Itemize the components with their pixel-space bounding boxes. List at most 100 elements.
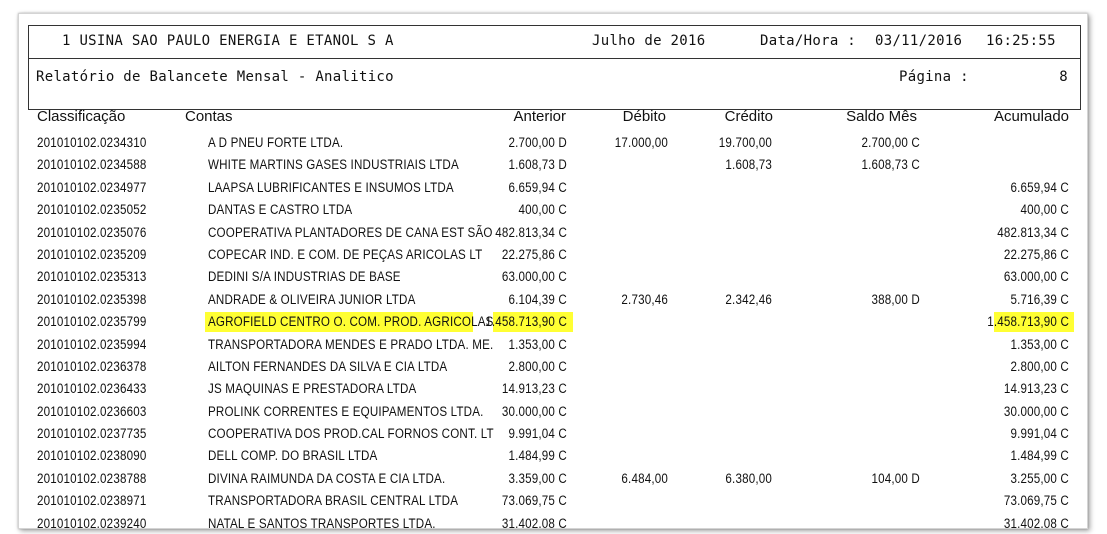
cell-conta: DEDINI S/A INDUSTRIAS DE BASE [208, 269, 401, 285]
cell-debito: 17.000,00 [614, 135, 668, 150]
table-row: 201010102.0236603 PROLINK CORRENTES E EQU… [19, 401, 1087, 423]
col-header-saldo-mes: Saldo Mês [846, 108, 917, 125]
cell-acumulado: 400,00 C [1020, 202, 1069, 218]
cell-credito: 6.380,00 [725, 470, 772, 486]
cell-conta: COOPERATIVA DOS PROD.CAL FORNOS CONT. LT [208, 426, 494, 442]
cell-conta: AILTON FERNANDES DA SILVA E CIA LTDA [208, 358, 448, 374]
cell-acumulado: 1.458.713,90 C [987, 314, 1069, 330]
cell-acumulado: 5.716,39 C [1010, 291, 1069, 307]
col-header-anterior: Anterior [513, 108, 566, 125]
table-row: 201010102.0235209 COPECAR IND. E COM. DE … [19, 244, 1087, 266]
cell-classificacao: 201010102.0237735 [37, 426, 147, 442]
cell-conta: COOPERATIVA PLANTADORES DE CANA EST SÃO [208, 224, 493, 240]
cell-acumulado: 482.813,34 C [997, 224, 1069, 240]
cell-acumulado: 30.000,00 C [1003, 403, 1069, 419]
cell-anterior: 73.069,75 C [501, 493, 567, 509]
table-row: 201010102.0235313 DEDINI S/A INDUSTRIAS D… [19, 266, 1087, 288]
table-row: 201010102.0238971 TRANSPORTADORA BRASIL C… [19, 490, 1087, 512]
cell-conta: COPECAR IND. E COM. DE PEÇAS ARICOLAS LT [208, 246, 483, 262]
cell-credito: 19.700,00 [718, 135, 772, 150]
cell-anterior: 63.000,00 C [501, 269, 567, 285]
cell-classificacao: 201010102.0238971 [37, 493, 147, 509]
cell-classificacao: 201010102.0235994 [37, 336, 147, 352]
cell-credito: 1.608,73 [725, 157, 772, 173]
cell-acumulado: 31.402,08 C [1003, 515, 1069, 529]
cell-conta: TRANSPORTADORA MENDES E PRADO LTDA. ME. [208, 336, 494, 352]
header-divider [29, 58, 1080, 59]
cell-conta: DANTAS E CASTRO LTDA [208, 202, 353, 218]
cell-classificacao: 201010102.0236603 [37, 403, 147, 419]
table-row: 201010102.0238090 DELL COMP. DO BRASIL LT… [19, 445, 1087, 467]
col-header-debito: Débito [622, 108, 666, 125]
datetime-label: Data/Hora : [760, 33, 857, 49]
table-row: 201010102.0237735 COOPERATIVA DOS PROD.CA… [19, 423, 1087, 445]
cell-conta: DELL COMP. DO BRASIL LTDA [208, 448, 378, 464]
cell-anterior: 22.275,86 C [501, 246, 567, 262]
table-row: 201010102.0239240 NATAL E SANTOS TRANSPOR… [19, 513, 1087, 529]
table-row: 201010102.0238788 DIVINA RAIMUNDA DA COST… [19, 468, 1087, 490]
table-row: 201010102.0235398 ANDRADE & OLIVEIRA JUNI… [19, 289, 1087, 311]
cell-classificacao: 201010102.0238788 [37, 470, 147, 486]
cell-conta: JS MAQUINAS E PRESTADORA LTDA [208, 381, 417, 397]
cell-conta: WHITE MARTINS GASES INDUSTRIAIS LTDA [208, 157, 459, 173]
report-title: Relatório de Balancete Mensal - Analitic… [36, 69, 394, 85]
cell-acumulado: 22.275,86 C [1003, 246, 1069, 262]
table-row: 201010102.0236378 AILTON FERNANDES DA SIL… [19, 356, 1087, 378]
page-number: 8 [1059, 69, 1068, 85]
cell-classificacao: 201010102.0235313 [37, 269, 147, 285]
cell-anterior: 2.700,00 D [508, 135, 567, 150]
table-row: 201010102.0235799 AGROFIELD CENTRO O. COM… [19, 311, 1087, 333]
cell-anterior: 6.104,39 C [508, 291, 567, 307]
cell-anterior: 1.608,73 D [508, 157, 567, 173]
col-header-classificacao: Classificação [37, 108, 126, 125]
report-sheet: 1 USINA SAO PAULO ENERGIA E ETANOL S A J… [18, 13, 1088, 529]
cell-credito: 2.342,46 [725, 291, 772, 307]
cell-debito: 2.730,46 [621, 291, 668, 307]
cell-anterior: 1.458.713,90 C [485, 314, 567, 330]
cell-anterior: 6.659,94 C [508, 179, 567, 195]
cell-classificacao: 201010102.0235076 [37, 224, 147, 240]
table-row: 201010102.0235994 TRANSPORTADORA MENDES E… [19, 334, 1087, 356]
cell-saldo-mes: 104,00 D [871, 470, 920, 486]
cell-anterior: 3.359,00 C [508, 470, 567, 486]
cell-acumulado: 73.069,75 C [1003, 493, 1069, 509]
cell-conta: A D PNEU FORTE LTDA. [208, 135, 344, 150]
company-name: 1 USINA SAO PAULO ENERGIA E ETANOL S A [62, 33, 394, 49]
cell-anterior: 14.913,23 C [501, 381, 567, 397]
cell-acumulado: 14.913,23 C [1003, 381, 1069, 397]
cell-acumulado: 6.659,94 C [1010, 179, 1069, 195]
cell-classificacao: 201010102.0236433 [37, 381, 147, 397]
table-row: 201010102.0236433 JS MAQUINAS E PRESTADOR… [19, 378, 1087, 400]
page-label: Página : [899, 69, 969, 85]
cell-classificacao: 201010102.0234588 [37, 157, 147, 173]
cell-anterior: 1.484,99 C [508, 448, 567, 464]
report-date: 03/11/2016 [875, 33, 963, 49]
cell-classificacao: 201010102.0235052 [37, 202, 147, 218]
report-period: Julho de 2016 [592, 33, 706, 49]
cell-conta: LAAPSA LUBRIFICANTES E INSUMOS LTDA [208, 179, 454, 195]
cell-anterior: 1.353,00 C [508, 336, 567, 352]
cell-acumulado: 1.484,99 C [1010, 448, 1069, 464]
cell-conta: PROLINK CORRENTES E EQUIPAMENTOS LTDA. [208, 403, 484, 419]
table-row: 201010102.0234310 A D PNEU FORTE LTDA. 2.7… [19, 132, 1087, 154]
cell-anterior: 31.402,08 C [501, 515, 567, 529]
table-row: 201010102.0235052 DANTAS E CASTRO LTDA 400… [19, 199, 1087, 221]
cell-acumulado: 2.800,00 C [1010, 358, 1069, 374]
cell-anterior: 30.000,00 C [501, 403, 567, 419]
col-header-contas: Contas [185, 108, 233, 125]
report-header: 1 USINA SAO PAULO ENERGIA E ETANOL S A J… [28, 25, 1081, 110]
balance-table: 201010102.0234310 A D PNEU FORTE LTDA. 2.7… [19, 132, 1087, 529]
cell-conta: AGROFIELD CENTRO O. COM. PROD. AGRICOLAS [208, 314, 494, 330]
cell-anterior: 400,00 C [518, 202, 567, 218]
table-row: 201010102.0234977 LAAPSA LUBRIFICANTES E … [19, 177, 1087, 199]
cell-acumulado: 1.353,00 C [1010, 336, 1069, 352]
col-header-acumulado: Acumulado [993, 108, 1069, 125]
cell-conta: ANDRADE & OLIVEIRA JUNIOR LTDA [208, 291, 416, 307]
cell-anterior: 2.800,00 C [508, 358, 567, 374]
cell-debito: 6.484,00 [621, 470, 668, 486]
cell-acumulado: 63.000,00 C [1003, 269, 1069, 285]
cell-conta: TRANSPORTADORA BRASIL CENTRAL LTDA [208, 493, 459, 509]
report-time: 16:25:55 [986, 33, 1056, 49]
cell-classificacao: 201010102.0235209 [37, 246, 147, 262]
cell-classificacao: 201010102.0235799 [37, 314, 147, 330]
